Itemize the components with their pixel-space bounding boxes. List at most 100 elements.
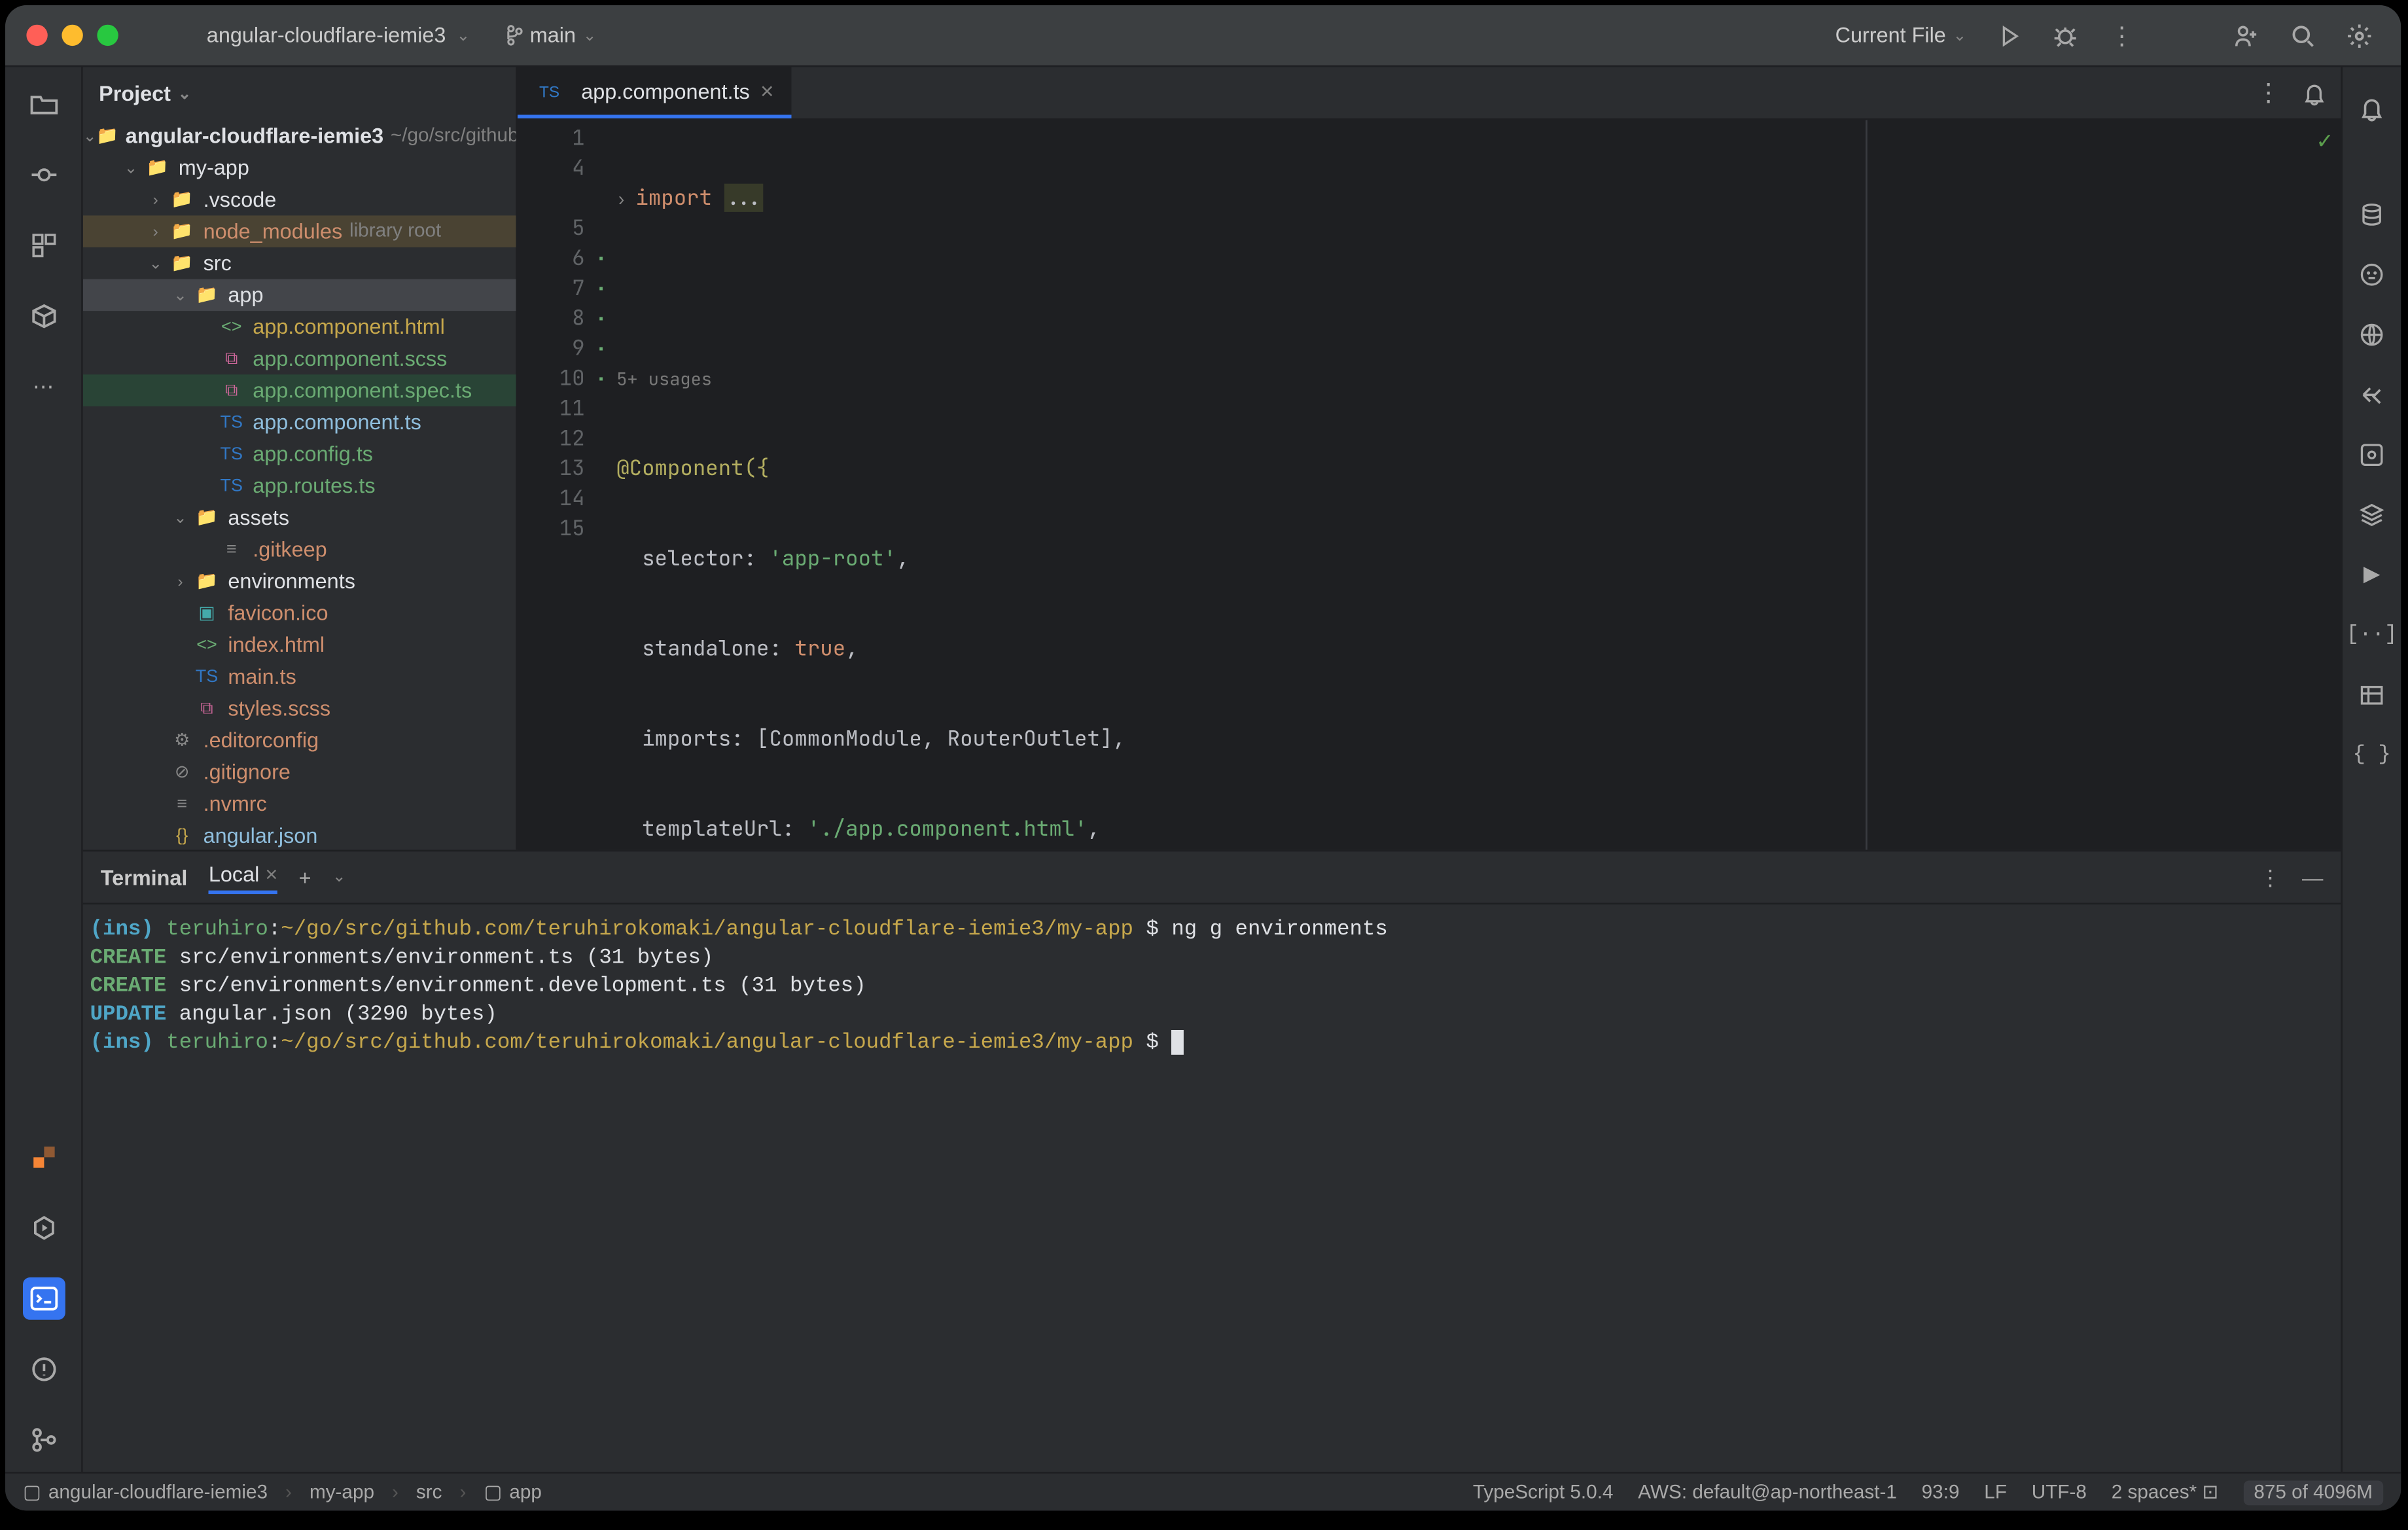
run-button[interactable] [1987, 14, 2030, 57]
tree-item-src[interactable]: ⌄📁src [83, 247, 516, 279]
file-encoding[interactable]: UTF-8 [2032, 1482, 2087, 1503]
bookmarks-tool-button[interactable]: [··] [2352, 615, 2391, 654]
expand-arrow-icon[interactable]: › [143, 222, 168, 240]
tree-item-app-component-spec[interactable]: ⧉app.component.spec.ts [83, 374, 516, 406]
code-editor[interactable]: ✓ 1 4 5 6 7 8 9 10 11 12 [518, 120, 2341, 850]
breadcrumb[interactable]: src [416, 1482, 442, 1503]
code-with-me-button[interactable] [2224, 14, 2267, 57]
aws-tool-button[interactable] [22, 1136, 65, 1179]
problems-tool-button[interactable] [22, 1348, 65, 1391]
close-window-button[interactable] [26, 25, 47, 46]
new-session-button[interactable]: + [299, 865, 311, 890]
line-number: 13 [518, 454, 585, 484]
tree-item-app-config[interactable]: TSapp.config.ts [83, 438, 516, 471]
tree-item-node-modules[interactable]: ›📁node_moduleslibrary root [83, 215, 516, 247]
aws-status[interactable]: AWS: default@ap-northeast-1 [1638, 1482, 1897, 1503]
project-panel-header[interactable]: Project ⌄ [83, 67, 516, 120]
expand-arrow-icon[interactable]: ⌄ [168, 508, 192, 527]
tree-item-gitkeep[interactable]: ≡.gitkeep [83, 533, 516, 565]
t-prompt: $ [1133, 1030, 1171, 1055]
tree-item-main-ts[interactable]: TSmain.ts [83, 661, 516, 693]
tree-item-editorconfig[interactable]: ⚙.editorconfig [83, 724, 516, 756]
typescript-version[interactable]: TypeScript 5.0.4 [1473, 1482, 1614, 1503]
indent-info[interactable]: 2 spaces* ⊡ [2112, 1481, 2219, 1504]
tree-item-styles-scss[interactable]: ⧉styles.scss [83, 692, 516, 724]
tree-item-index-html[interactable]: <>index.html [83, 629, 516, 661]
tree-item-app-component-scss[interactable]: ⧉app.component.scss [83, 343, 516, 375]
line-separator[interactable]: LF [1984, 1482, 2007, 1503]
expand-arrow-icon[interactable]: › [168, 573, 192, 590]
layers-tool-button[interactable] [2352, 495, 2391, 533]
tab-more-button[interactable]: ⋮ [2256, 78, 2281, 108]
breadcrumb[interactable]: ▢ angular-cloudflare-iemie3 [23, 1481, 268, 1504]
expand-arrow-icon[interactable]: ⌄ [143, 253, 168, 273]
project-selector[interactable]: angular-cloudflare-iemie3 ⌄ [207, 23, 470, 48]
memory-indicator[interactable]: 875 of 4096M [2243, 1480, 2383, 1504]
terminal-output[interactable]: (ins) teruhiro:~/go/src/github.com/teruh… [83, 904, 2341, 1472]
tree-item-vscode[interactable]: ›📁.vscode [83, 184, 516, 216]
expand-arrow-icon[interactable]: › [143, 191, 168, 209]
terminal-title[interactable]: Terminal [101, 865, 188, 890]
endpoints-tool-button[interactable] [2352, 555, 2391, 594]
json-tool-button[interactable]: { } [2352, 735, 2391, 774]
run-config-selector[interactable]: Current File ⌄ [1835, 23, 1966, 48]
terminal-tool-button[interactable] [22, 1277, 65, 1320]
tree-item-nvmrc[interactable]: ≡.nvmrc [83, 788, 516, 820]
code-text[interactable]: › import ... 5+ usages @Component({ sele… [616, 120, 2341, 850]
npm-tool-button[interactable] [22, 295, 65, 338]
terminal-icon [29, 1285, 57, 1313]
close-tab-button[interactable]: × [760, 78, 774, 104]
notifications-tool-button[interactable] [2352, 88, 2391, 127]
notifications-icon[interactable] [2302, 80, 2327, 105]
editor-tab-active[interactable]: TS app.component.ts × [518, 67, 792, 118]
ai-tool-button[interactable] [2352, 255, 2391, 293]
search-everywhere-button[interactable] [2281, 14, 2324, 57]
project-tool-button[interactable] [22, 83, 65, 126]
breadcrumb[interactable]: my-app [310, 1482, 374, 1503]
services-tool-button[interactable] [22, 1207, 65, 1249]
close-session-button[interactable]: × [265, 861, 277, 886]
tree-item-app-component-html[interactable]: <>app.component.html [83, 311, 516, 343]
git-icon [29, 1426, 57, 1454]
database-tool-button[interactable] [2352, 194, 2391, 233]
hide-terminal-button[interactable]: — [2302, 865, 2323, 890]
git-tool-button[interactable] [22, 1419, 65, 1461]
aws-explorer-button[interactable] [2352, 315, 2391, 353]
chevron-down-icon[interactable]: ⌄ [332, 868, 345, 887]
minimize-window-button[interactable] [62, 25, 82, 46]
tree-root[interactable]: ⌄📁angular-cloudflare-iemie3~/go/src/gith… [83, 120, 516, 152]
expand-arrow-icon[interactable]: ⌄ [118, 158, 143, 178]
code-fold[interactable]: ... [724, 184, 762, 212]
expand-arrow-icon[interactable]: ⌄ [168, 285, 192, 305]
line-number: 5 [518, 214, 585, 244]
tree-item-gitignore[interactable]: ⊘.gitignore [83, 756, 516, 789]
structure-tool-button[interactable] [22, 224, 65, 267]
tree-item-my-app[interactable]: ⌄📁my-app [83, 152, 516, 184]
structure-icon [29, 232, 57, 260]
git-branch-selector[interactable]: main ⌄ [502, 23, 597, 48]
expand-arrow-icon[interactable]: ⌄ [83, 126, 96, 146]
pull-requests-button[interactable] [2352, 374, 2391, 413]
gradle-tool-button[interactable] [2352, 435, 2391, 473]
tree-item-angular-json[interactable]: {}angular.json [83, 820, 516, 850]
breadcrumb[interactable]: ▢ app [484, 1481, 541, 1504]
tree-item-assets[interactable]: ⌄📁assets [83, 502, 516, 534]
maximize-window-button[interactable] [97, 25, 118, 46]
tree-item-favicon[interactable]: ▣favicon.ico [83, 597, 516, 630]
debug-button[interactable] [2044, 14, 2087, 57]
usages-hint[interactable]: 5+ usages [616, 364, 2341, 394]
more-tool-button[interactable]: ⋯ [22, 366, 65, 408]
commit-tool-button[interactable] [22, 154, 65, 196]
project-tree[interactable]: ⌄📁angular-cloudflare-iemie3~/go/src/gith… [83, 120, 516, 850]
tree-item-environments[interactable]: ›📁environments [83, 565, 516, 597]
tree-item-app-routes[interactable]: TSapp.routes.ts [83, 470, 516, 502]
cursor-position[interactable]: 93:9 [1922, 1482, 1960, 1503]
terminal-session-tab[interactable]: Local × [209, 861, 277, 893]
terminal-more-button[interactable]: ⋮ [2259, 865, 2280, 890]
tree-item-app[interactable]: ⌄📁app [83, 279, 516, 311]
tree-item-app-component-ts[interactable]: TSapp.component.ts [83, 406, 516, 438]
bean-tool-button[interactable] [2352, 675, 2391, 713]
settings-button[interactable] [2337, 14, 2380, 57]
more-actions-button[interactable]: ⋮ [2100, 14, 2143, 57]
inspection-ok-icon[interactable]: ✓ [2316, 127, 2333, 157]
